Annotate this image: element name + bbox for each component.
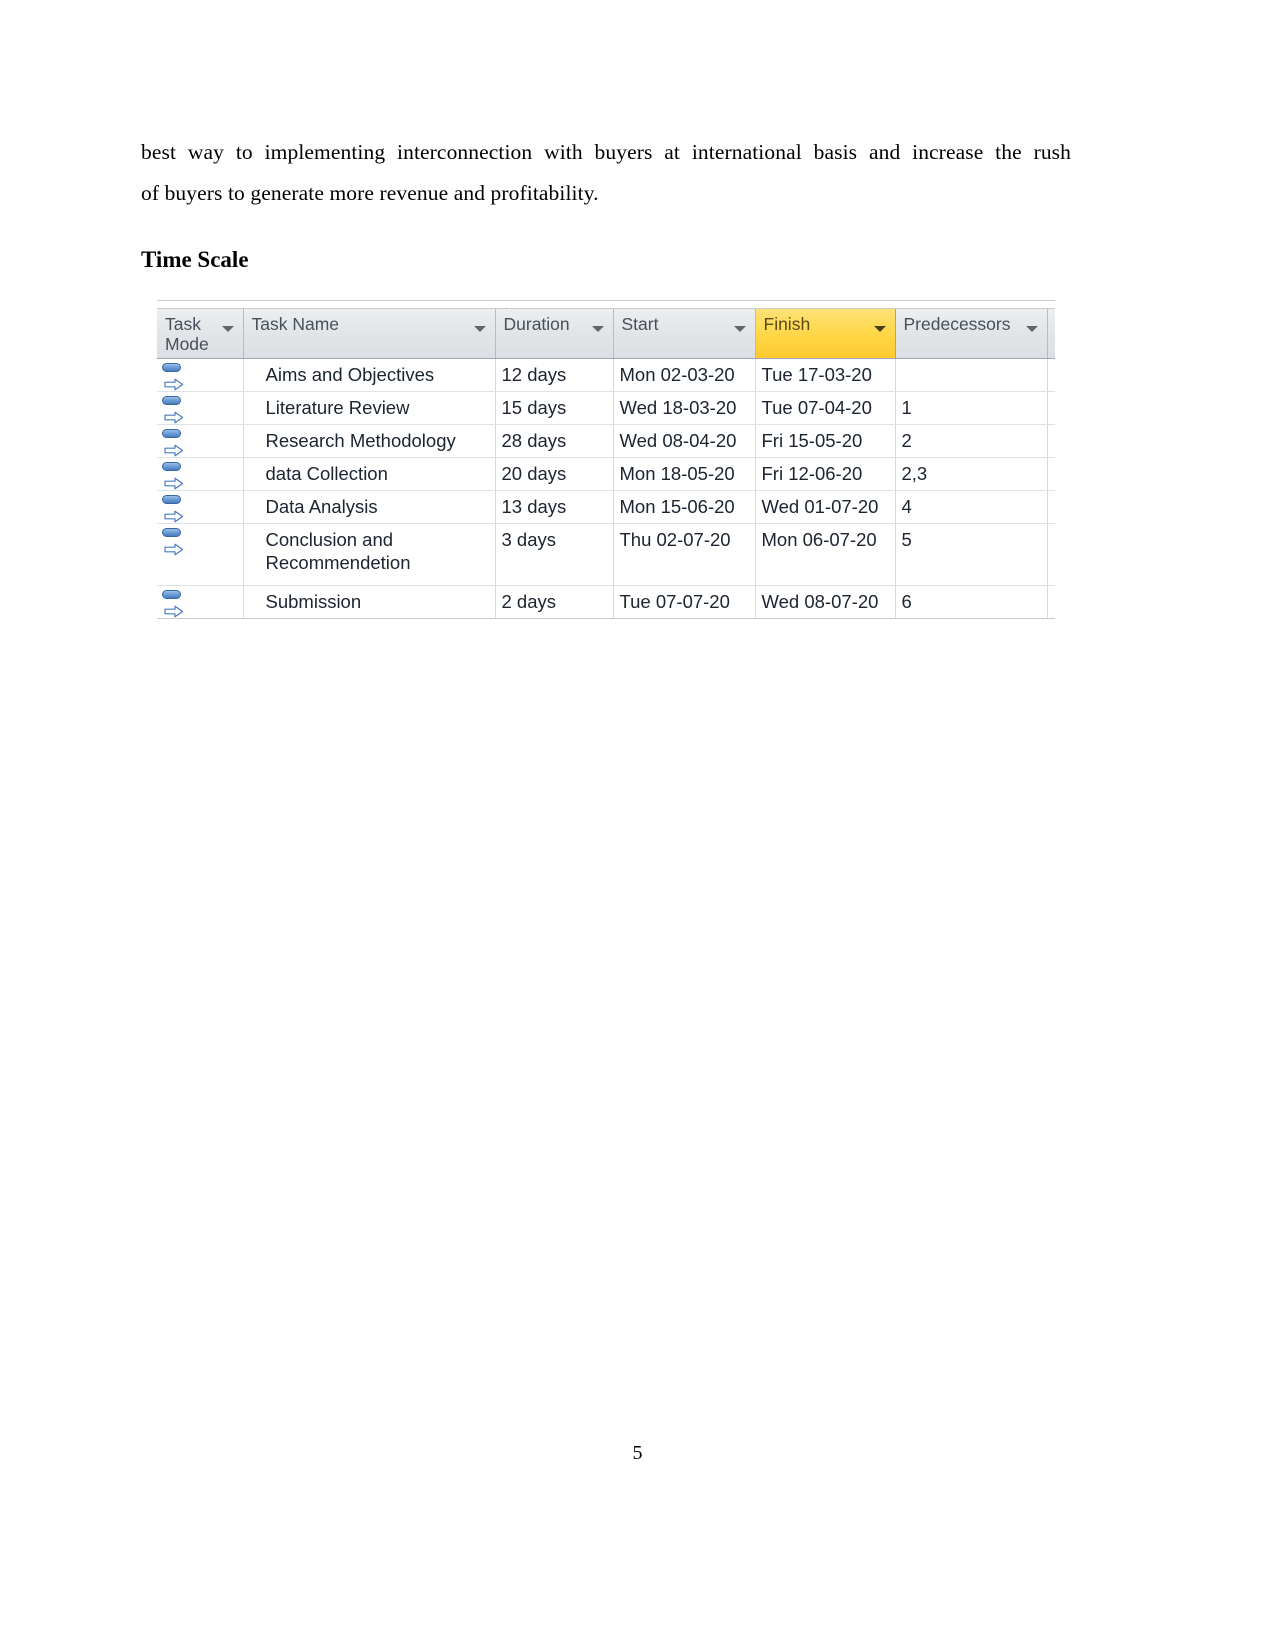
column-header-task-mode-label: Task Mode	[165, 314, 209, 354]
cell-start[interactable]: Thu 02-07-20	[613, 523, 756, 586]
cell-finish[interactable]: Mon 06-07-20	[755, 523, 896, 586]
cell-predecessors[interactable]	[895, 358, 1048, 392]
cell-task-mode[interactable]	[157, 457, 244, 491]
cell-predecessors[interactable]: 2	[895, 424, 1048, 458]
column-header-duration-label: Duration	[503, 314, 570, 334]
chevron-down-icon[interactable]	[1025, 326, 1038, 332]
grid-splitter-bar[interactable]	[157, 300, 1055, 311]
auto-schedule-icon	[161, 395, 187, 424]
cell-next-partial	[1047, 490, 1055, 524]
auto-schedule-icon	[161, 461, 187, 490]
cell-task-mode[interactable]	[157, 490, 244, 524]
chevron-down-icon[interactable]	[221, 326, 234, 332]
table-row[interactable]: Submission 2 days Tue 07-07-20 Wed 08-07-20…	[157, 585, 1055, 619]
cell-finish[interactable]: Wed 01-07-20	[755, 490, 896, 524]
cell-duration[interactable]: 28 days	[495, 424, 614, 458]
cell-task-name[interactable]: Conclusion and Recommendetion	[243, 523, 496, 586]
body-paragraph: best way to implementing interconnection…	[141, 132, 1071, 214]
cell-start[interactable]: Tue 07-07-20	[613, 585, 756, 619]
cell-task-name[interactable]: Literature Review	[243, 391, 496, 425]
chevron-down-icon[interactable]	[591, 326, 604, 332]
cell-task-mode[interactable]	[157, 424, 244, 458]
cell-next-partial	[1047, 523, 1055, 586]
column-header-finish[interactable]: Finish	[755, 309, 896, 359]
chevron-down-icon[interactable]	[873, 326, 886, 332]
column-header-predecessors[interactable]: Predecessors	[895, 309, 1048, 359]
page-number: 5	[632, 1442, 643, 1464]
cell-duration[interactable]: 15 days	[495, 391, 614, 425]
paragraph-line-1: best way to implementing interconnection…	[141, 140, 1071, 164]
cell-finish[interactable]: Tue 07-04-20	[755, 391, 896, 425]
cell-start[interactable]: Mon 02-03-20	[613, 358, 756, 392]
cell-start[interactable]: Wed 18-03-20	[613, 391, 756, 425]
cell-predecessors[interactable]: 4	[895, 490, 1048, 524]
cell-finish[interactable]: Tue 17-03-20	[755, 358, 896, 392]
cell-task-name[interactable]: Submission	[243, 585, 496, 619]
column-header-start[interactable]: Start	[613, 309, 756, 359]
cell-finish[interactable]: Wed 08-07-20	[755, 585, 896, 619]
cell-start[interactable]: Mon 15-06-20	[613, 490, 756, 524]
cell-task-name[interactable]: Research Methodology	[243, 424, 496, 458]
cell-duration[interactable]: 20 days	[495, 457, 614, 491]
paragraph-line-2: of buyers to generate more revenue and p…	[141, 181, 599, 205]
cell-next-partial	[1047, 358, 1055, 392]
cell-start[interactable]: Wed 08-04-20	[613, 424, 756, 458]
task-table-body: Aims and Objectives 12 days Mon 02-03-20 Tu…	[157, 358, 1055, 619]
section-heading: Time Scale	[141, 247, 249, 272]
cell-task-mode[interactable]	[157, 391, 244, 425]
table-row[interactable]: Aims and Objectives 12 days Mon 02-03-20 Tu…	[157, 358, 1055, 392]
cell-duration[interactable]: 2 days	[495, 585, 614, 619]
auto-schedule-icon	[161, 589, 187, 618]
cell-start[interactable]: Mon 18-05-20	[613, 457, 756, 491]
cell-next-partial	[1047, 424, 1055, 458]
cell-predecessors[interactable]: 2,3	[895, 457, 1048, 491]
cell-finish[interactable]: Fri 12-06-20	[755, 457, 896, 491]
task-table: Task Mode Task Name Duration Start Finis…	[157, 309, 1055, 619]
cell-duration[interactable]: 13 days	[495, 490, 614, 524]
cell-task-mode[interactable]	[157, 358, 244, 392]
cell-predecessors[interactable]: 1	[895, 391, 1048, 425]
cell-next-partial	[1047, 585, 1055, 619]
table-row[interactable]: Data Analysis 13 days Mon 15-06-20 Wed 01-0…	[157, 490, 1055, 524]
column-header-predecessors-label: Predecessors	[903, 314, 1011, 334]
cell-next-partial	[1047, 391, 1055, 425]
cell-task-name[interactable]: data Collection	[243, 457, 496, 491]
table-row[interactable]: Literature Review 15 days Wed 18-03-20 Tue …	[157, 391, 1055, 425]
table-row[interactable]: Research Methodology 28 days Wed 08-04-20 F…	[157, 424, 1055, 458]
cell-finish[interactable]: Fri 15-05-20	[755, 424, 896, 458]
column-header-task-name[interactable]: Task Name	[243, 309, 496, 359]
chevron-down-icon[interactable]	[733, 326, 746, 332]
cell-duration[interactable]: 12 days	[495, 358, 614, 392]
cell-task-name[interactable]: Data Analysis	[243, 490, 496, 524]
document-page: best way to implementing interconnection…	[0, 0, 1275, 1650]
auto-schedule-icon	[161, 428, 187, 457]
table-header-row: Task Mode Task Name Duration Start Finis…	[157, 309, 1055, 359]
cell-task-name[interactable]: Aims and Objectives	[243, 358, 496, 392]
cell-next-partial	[1047, 457, 1055, 491]
table-row[interactable]: Conclusion and Recommendetion 3 days Thu 0…	[157, 523, 1055, 586]
column-header-start-label: Start	[621, 314, 659, 334]
column-header-task-name-label: Task Name	[251, 314, 340, 334]
cell-task-mode[interactable]	[157, 585, 244, 619]
document-body: best way to implementing interconnection…	[141, 132, 1071, 273]
cell-duration[interactable]: 3 days	[495, 523, 614, 586]
cell-predecessors[interactable]: 5	[895, 523, 1048, 586]
column-header-task-mode[interactable]: Task Mode	[157, 309, 244, 359]
auto-schedule-icon	[161, 362, 187, 391]
auto-schedule-icon	[161, 527, 187, 556]
auto-schedule-icon	[161, 494, 187, 523]
column-header-duration[interactable]: Duration	[495, 309, 614, 359]
table-row[interactable]: data Collection 20 days Mon 18-05-20 Fri 12…	[157, 457, 1055, 491]
project-schedule-grid: Task Mode Task Name Duration Start Finis…	[157, 300, 1055, 619]
cell-predecessors[interactable]: 6	[895, 585, 1048, 619]
column-header-next-partial[interactable]	[1047, 309, 1055, 359]
column-header-finish-label: Finish	[763, 314, 811, 334]
chevron-down-icon[interactable]	[473, 326, 486, 332]
cell-task-mode[interactable]	[157, 523, 244, 586]
